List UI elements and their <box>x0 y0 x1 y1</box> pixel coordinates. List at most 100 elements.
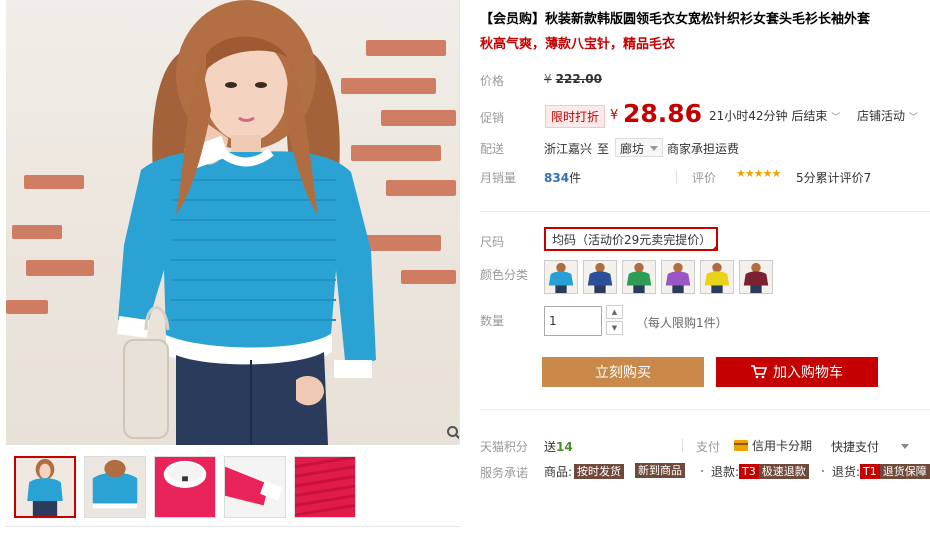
countdown-text: 21小时42分钟 后结束 <box>709 109 828 123</box>
size-option-text: 均码（活动价29元卖完提价） <box>552 233 712 247</box>
thumbnail-4[interactable] <box>224 456 286 518</box>
sweater-swatch-icon <box>662 261 694 293</box>
arrow-down-icon: ▼ <box>611 324 618 332</box>
sweater-swatch-icon <box>740 261 772 293</box>
card-pay-label: 信用卡分期 <box>752 439 813 453</box>
quantity-decrease-button[interactable]: ▼ <box>606 321 623 335</box>
thumbnail-3[interactable] <box>154 456 216 518</box>
divider <box>682 439 683 452</box>
credit-card-icon <box>734 440 748 451</box>
shipping-to-word: 至 <box>597 142 610 156</box>
quantity-increase-button[interactable]: ▲ <box>606 305 623 319</box>
price-label: 价格 <box>480 74 505 88</box>
tmall-points-label: 天猫积分 <box>480 440 529 454</box>
sweater-swatch-icon <box>584 261 616 293</box>
service-item3-prefix: 退款: <box>711 465 740 479</box>
caret-down-icon <box>650 146 659 151</box>
thumbnail-1[interactable] <box>14 456 76 518</box>
service-item-return[interactable]: 退货: T1 退货保障 <box>832 463 930 480</box>
sweater-swatch-icon <box>545 261 577 293</box>
gallery-divider <box>6 526 460 527</box>
points-prefix: 送 <box>544 440 557 454</box>
review-summary-link[interactable]: 5分累计评价7 <box>796 169 871 186</box>
product-title: 【会员购】秋装新款韩版圆领毛衣女宽松针织衫女套头毛衫长袖外套 <box>480 12 871 27</box>
current-price: 28.86 <box>623 99 703 128</box>
selected-corner-icon <box>711 244 718 251</box>
separator-dot <box>701 470 703 472</box>
color-option-navy[interactable] <box>583 260 617 294</box>
buy-now-button[interactable]: 立刻购买 <box>542 357 704 387</box>
shipping-origin: 浙江嘉兴 <box>544 142 593 156</box>
color-option-blue[interactable] <box>544 260 578 294</box>
separator-dot <box>822 470 824 472</box>
color-options <box>544 260 773 294</box>
promo-label: 促销 <box>480 111 505 125</box>
promo-countdown[interactable]: 21小时42分钟 后结束 ﹀ <box>709 107 840 124</box>
color-option-purple[interactable] <box>661 260 695 294</box>
refund-t3-badge: T3 <box>739 464 759 479</box>
chevron-down-icon: ﹀ <box>831 113 841 123</box>
new-arrival-badge: 新到商品 <box>635 463 685 478</box>
shipping-fee-note: 商家承担运费 <box>667 142 740 156</box>
sales-count: 834 <box>544 171 570 185</box>
sweater-swatch-icon <box>623 261 655 293</box>
quantity-input[interactable] <box>544 306 602 336</box>
rating-stars-icon: ★★★★★ <box>736 167 781 180</box>
caret-down-icon[interactable] <box>901 444 909 449</box>
quantity-label: 数量 <box>480 314 505 328</box>
monthly-sales-label: 月销量 <box>480 171 517 185</box>
cart-icon <box>751 365 767 379</box>
fast-refund-badge: 极速退款 <box>758 464 809 479</box>
product-info-panel: 【会员购】秋装新款韩版圆领毛衣女宽松针织衫女套头毛衫长袖外套 秋高气爽，薄款八宝… <box>470 0 930 534</box>
original-price: ¥222.00 <box>544 72 602 86</box>
sweater-swatch-icon <box>701 261 733 293</box>
payment-label: 支付 <box>696 440 721 454</box>
service-item-new[interactable]: 新到商品 <box>633 463 685 478</box>
destination-value: 廊坊 <box>620 142 645 156</box>
main-product-image[interactable] <box>6 0 460 445</box>
size-option-selected[interactable]: 均码（活动价29元卖完提价） <box>544 227 718 251</box>
review-label: 评价 <box>692 171 717 185</box>
color-option-yellow[interactable] <box>700 260 734 294</box>
color-option-green[interactable] <box>622 260 656 294</box>
size-label: 尺码 <box>480 235 505 249</box>
arrow-up-icon: ▲ <box>611 308 618 316</box>
current-price-currency: ¥ <box>610 108 619 123</box>
return-guarantee-badge: 退货保障 <box>879 464 930 479</box>
add-to-cart-label: 加入购物车 <box>773 365 843 381</box>
sales-unit: 件 <box>569 171 582 185</box>
chevron-down-icon: ﹀ <box>908 113 918 123</box>
return-t1-badge: T1 <box>860 464 880 479</box>
thumbnail-2[interactable] <box>84 456 146 518</box>
shipping-label: 配送 <box>480 142 505 156</box>
shop-activity-dropdown[interactable]: 店铺活动 ﹀ <box>857 107 918 124</box>
points-value: 14 <box>556 440 573 454</box>
thumbnail-5[interactable] <box>294 456 356 518</box>
credit-card-installment[interactable]: 信用卡分期 <box>734 437 812 454</box>
service-item-shipping[interactable]: 商品: 按时发货 <box>544 463 625 480</box>
purchase-limit: （每人限购1件） <box>636 316 728 330</box>
model-photo <box>116 0 376 445</box>
section-divider <box>480 211 930 212</box>
thumbnail-strip <box>14 456 356 518</box>
section-divider <box>480 409 930 410</box>
shop-activity-label: 店铺活动 <box>857 109 906 123</box>
zoom-icon[interactable] <box>446 425 460 441</box>
on-time-shipping-badge: 按时发货 <box>574 464 625 479</box>
color-option-wine[interactable] <box>739 260 773 294</box>
color-label: 颜色分类 <box>480 268 529 282</box>
service-label: 服务承诺 <box>480 466 529 480</box>
product-subtitle: 秋高气爽，薄款八宝针，精品毛衣 <box>480 37 676 52</box>
add-to-cart-button[interactable]: 加入购物车 <box>716 357 878 387</box>
divider <box>676 170 677 184</box>
currency-symbol: ¥ <box>544 72 552 86</box>
service-item-refund[interactable]: 退款: T3 极速退款 <box>711 463 809 480</box>
quick-pay-dropdown[interactable]: 快捷支付 <box>831 438 879 455</box>
promo-badge: 限时打折 <box>545 105 606 128</box>
destination-select[interactable]: 廊坊 <box>615 138 664 157</box>
original-price-value: 222.00 <box>555 72 602 86</box>
service-item1-prefix: 商品: <box>544 465 573 479</box>
service-item4-prefix: 退货: <box>832 465 861 479</box>
monthly-sales: 834件 <box>544 169 581 186</box>
tmall-points: 送14 <box>544 438 573 455</box>
